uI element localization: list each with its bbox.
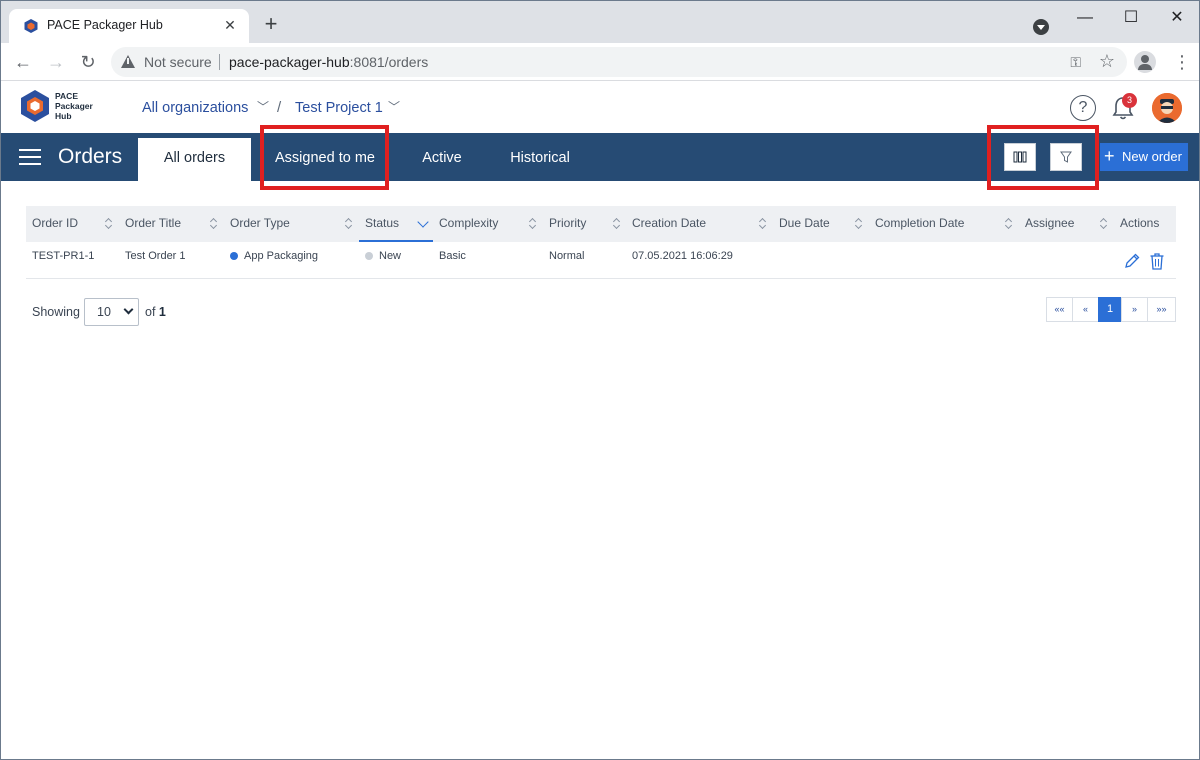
- page-title: Orders: [58, 145, 123, 168]
- page-count-label: of 1: [145, 305, 166, 319]
- maximize-button[interactable]: ☐: [1108, 5, 1154, 31]
- user-avatar[interactable]: [1152, 93, 1182, 123]
- page-size-value: 10: [97, 305, 111, 319]
- last-page-button[interactable]: »»: [1147, 297, 1176, 322]
- logo-text: PACE Packager Hub: [55, 91, 93, 121]
- new-order-button[interactable]: + New order: [1100, 143, 1188, 171]
- column-header-order-type[interactable]: Order Type: [230, 206, 290, 242]
- column-header-order-id[interactable]: Order ID: [32, 206, 78, 242]
- showing-label: Showing: [32, 305, 80, 319]
- sort-icon[interactable]: [1004, 217, 1014, 231]
- tab-close-icon[interactable]: ✕: [221, 16, 239, 34]
- tab-active[interactable]: Active: [408, 138, 476, 181]
- cell-complexity: Basic: [439, 250, 466, 262]
- sort-icon[interactable]: [612, 217, 622, 231]
- first-page-button[interactable]: ««: [1046, 297, 1073, 322]
- close-window-button[interactable]: ✕: [1154, 5, 1199, 31]
- sort-icon[interactable]: [528, 217, 538, 231]
- reload-icon[interactable]: ↻: [77, 51, 99, 73]
- previous-page-button[interactable]: «: [1072, 297, 1099, 322]
- column-header-actions: Actions: [1120, 216, 1160, 230]
- cell-priority: Normal: [549, 250, 585, 262]
- cell-order-title[interactable]: Test Order 1: [125, 242, 186, 270]
- security-label[interactable]: Not secure: [144, 54, 212, 70]
- browser-tab[interactable]: PACE Packager Hub ✕: [9, 9, 249, 43]
- chevron-down-icon[interactable]: ﹀: [257, 98, 269, 115]
- project-selector[interactable]: Test Project 1: [295, 100, 383, 116]
- column-header-priority[interactable]: Priority: [549, 206, 586, 242]
- breadcrumb-separator: /: [277, 99, 282, 116]
- column-header-creation-date[interactable]: Creation Date: [632, 206, 706, 242]
- orders-table-header: Order ID Order Title Order Type Status C…: [26, 206, 1176, 242]
- back-icon[interactable]: ←: [12, 51, 34, 73]
- url-text[interactable]: pace-packager-hub:8081/orders: [229, 54, 428, 70]
- sort-icon[interactable]: [209, 217, 219, 231]
- column-header-due-date[interactable]: Due Date: [779, 206, 830, 242]
- status-dot-icon: [365, 252, 373, 260]
- cell-creation-date: 07.05.2021 16:06:29: [632, 250, 733, 262]
- tab-historical[interactable]: Historical: [498, 138, 582, 181]
- pace-favicon-icon: [24, 19, 38, 33]
- next-page-button[interactable]: »: [1121, 297, 1148, 322]
- cell-order-id[interactable]: TEST-PR1-1: [32, 242, 94, 270]
- chevron-down-icon: [123, 304, 134, 315]
- highlight-assigned-tab: [260, 125, 389, 190]
- organization-selector[interactable]: All organizations: [142, 100, 248, 116]
- trash-icon[interactable]: [1149, 252, 1165, 270]
- column-header-order-title[interactable]: Order Title: [125, 206, 181, 242]
- key-icon[interactable]: ⚿: [1070, 54, 1081, 71]
- column-header-complexity[interactable]: Complexity: [439, 206, 498, 242]
- sort-icon[interactable]: [104, 217, 114, 231]
- tab-strip: PACE Packager Hub ✕ + — ☐ ✕: [1, 1, 1199, 43]
- browser-toolbar: ← → ↻ Not secure pace-packager-hub:8081/…: [1, 43, 1199, 81]
- sort-icon[interactable]: [758, 217, 768, 231]
- browser-menu-icon[interactable]: ⋮: [1173, 51, 1191, 73]
- sort-icon[interactable]: [854, 217, 864, 231]
- plus-icon: +: [1104, 146, 1115, 166]
- order-type-dot-icon: [230, 252, 238, 260]
- browser-window: PACE Packager Hub ✕ + — ☐ ✕ ← → ↻ Not se…: [0, 0, 1200, 760]
- column-header-completion-date[interactable]: Completion Date: [875, 206, 964, 242]
- sort-icon[interactable]: [344, 217, 354, 231]
- column-header-assignee[interactable]: Assignee: [1025, 206, 1074, 242]
- page-size-select[interactable]: 10: [84, 298, 139, 326]
- hamburger-menu-icon[interactable]: [19, 149, 41, 165]
- current-page-button[interactable]: 1: [1098, 297, 1122, 322]
- help-icon[interactable]: ?: [1070, 95, 1096, 121]
- column-header-status[interactable]: Status: [365, 206, 399, 242]
- tab-title: PACE Packager Hub: [47, 18, 163, 32]
- tab-search-icon[interactable]: [1033, 19, 1049, 35]
- pace-logo-icon[interactable]: [19, 89, 51, 123]
- chevron-down-icon[interactable]: ﹀: [388, 98, 400, 115]
- table-row[interactable]: TEST-PR1-1 Test Order 1 App Packaging Ne…: [26, 242, 1176, 279]
- cell-order-type: App Packaging: [244, 250, 318, 262]
- cell-status: New: [379, 250, 402, 262]
- address-bar[interactable]: Not secure pace-packager-hub:8081/orders…: [111, 47, 1127, 77]
- sort-icon[interactable]: [1099, 217, 1109, 231]
- forward-icon[interactable]: →: [45, 51, 67, 73]
- bookmark-star-icon[interactable]: ☆: [1099, 51, 1115, 72]
- highlight-toolbar-buttons: [987, 125, 1099, 190]
- new-order-label: New order: [1122, 149, 1182, 164]
- edit-pencil-icon[interactable]: [1123, 252, 1141, 270]
- sort-descending-icon[interactable]: [417, 216, 429, 228]
- new-tab-button[interactable]: +: [259, 13, 283, 37]
- browser-profile-icon[interactable]: [1134, 51, 1156, 73]
- notification-count-badge: 3: [1122, 93, 1137, 108]
- tab-all-orders[interactable]: All orders: [138, 138, 251, 181]
- minimize-button[interactable]: —: [1062, 5, 1108, 31]
